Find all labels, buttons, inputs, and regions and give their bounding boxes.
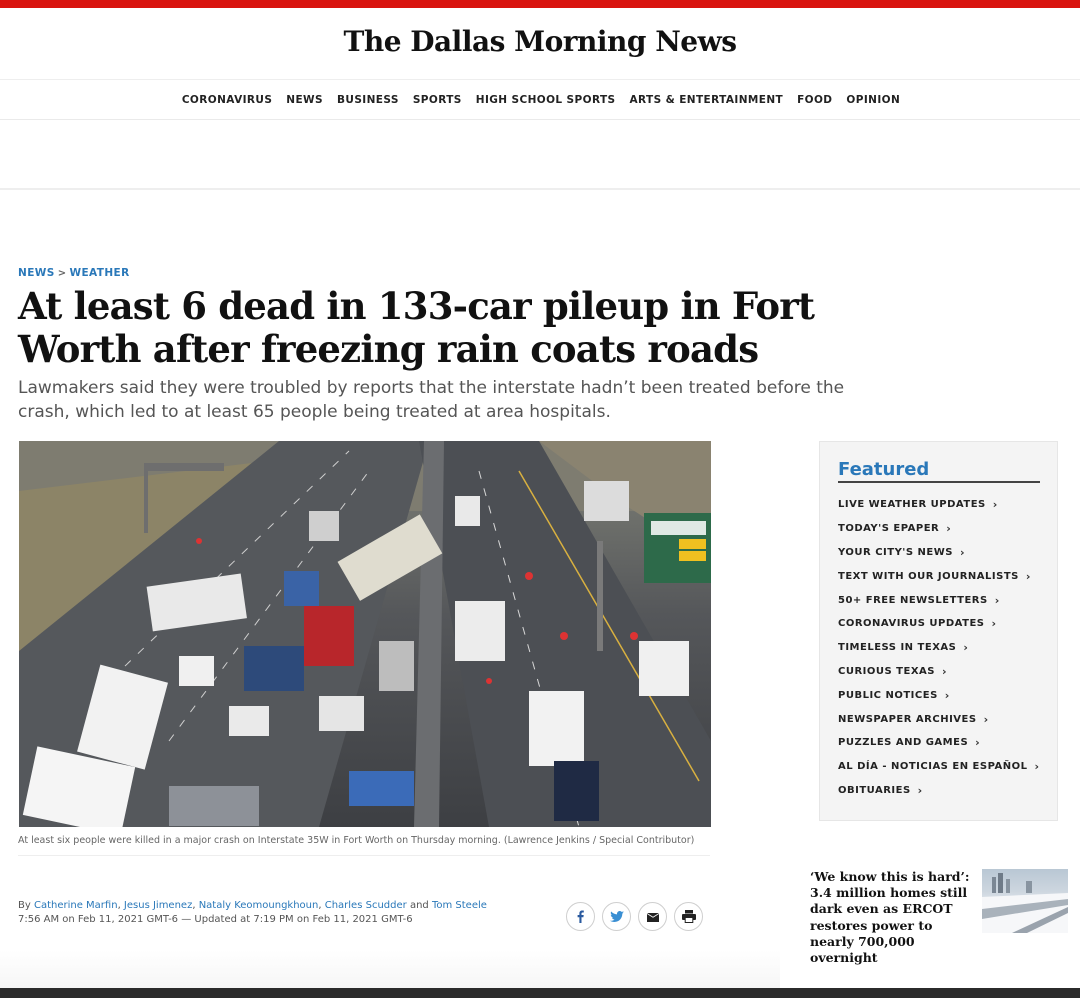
featured-item-label: AL DÍA - NOTICIAS EN ESPAÑOL <box>838 761 1028 773</box>
featured-item[interactable]: NEWSPAPER ARCHIVES › <box>838 707 1040 731</box>
chevron-right-icon: › <box>994 593 1000 607</box>
main-nav: CORONAVIRUS NEWS BUSINESS SPORTS HIGH SC… <box>0 80 1080 120</box>
featured-item-label: OBITUARIES <box>838 784 911 796</box>
featured-item[interactable]: PUZZLES AND GAMES › <box>838 731 1040 755</box>
facebook-icon <box>577 910 584 923</box>
photo-caption: At least six people were killed in a maj… <box>18 834 710 856</box>
featured-item-label: CURIOUS TEXAS <box>838 665 935 677</box>
featured-item[interactable]: LIVE WEATHER UPDATES › <box>838 493 1040 517</box>
chevron-right-icon: › <box>1034 760 1040 774</box>
lead-photo[interactable] <box>19 441 711 827</box>
share-email-button[interactable] <box>638 902 667 931</box>
featured-item-label: CORONAVIRUS UPDATES <box>838 618 985 630</box>
twitter-icon <box>609 910 624 922</box>
featured-item[interactable]: CORONAVIRUS UPDATES › <box>838 612 1040 636</box>
chevron-right-icon: › <box>975 736 981 750</box>
featured-item[interactable]: 50+ FREE NEWSLETTERS › <box>838 588 1040 612</box>
browser-bottom-bar <box>0 988 1080 998</box>
highway-pileup-illustration <box>19 441 711 827</box>
masthead: The Dallas Morning News <box>0 8 1080 80</box>
featured-item[interactable]: TIMELESS IN TEXAS › <box>838 636 1040 660</box>
ad-slot <box>0 120 1080 190</box>
featured-list: LIVE WEATHER UPDATES › TODAY'S EPAPER › YO… <box>838 493 1040 802</box>
featured-item-label: NEWSPAPER ARCHIVES <box>838 713 977 725</box>
nav-item-arts-entertainment[interactable]: ARTS & ENTERTAINMENT <box>629 94 783 106</box>
author-link[interactable]: Jesus Jimenez <box>124 900 192 911</box>
byline-prefix: By <box>18 900 31 911</box>
featured-item-label: LIVE WEATHER UPDATES <box>838 499 986 511</box>
snowy-highway-thumbnail <box>982 873 1068 933</box>
breadcrumb-news[interactable]: NEWS <box>18 267 55 279</box>
top-accent-bar <box>0 0 1080 8</box>
nav-item-opinion[interactable]: OPINION <box>846 94 900 106</box>
article-timestamp: 7:56 AM on Feb 11, 2021 GMT-6 — Updated … <box>18 914 413 925</box>
chevron-right-icon: › <box>960 545 966 559</box>
featured-item[interactable]: OBITUARIES › <box>838 779 1040 803</box>
featured-item[interactable]: YOUR CITY'S NEWS › <box>838 541 1040 565</box>
chevron-right-icon: › <box>1025 569 1031 583</box>
bottom-fade <box>0 950 780 988</box>
chevron-right-icon: › <box>946 522 952 536</box>
site-logo[interactable]: The Dallas Morning News <box>0 25 1080 58</box>
related-story-headline[interactable]: ‘We know this is hard’: 3.4 million home… <box>810 869 970 966</box>
featured-item[interactable]: CURIOUS TEXAS › <box>838 660 1040 684</box>
breadcrumb-separator: > <box>57 267 67 279</box>
chevron-right-icon: › <box>942 664 948 678</box>
featured-item[interactable]: AL DÍA - NOTICIAS EN ESPAÑOL › <box>838 755 1040 779</box>
byline-authors: By Catherine Marfin, Jesus Jimenez, Nata… <box>18 900 487 911</box>
print-icon <box>681 910 696 923</box>
article-dek: Lawmakers said they were troubled by rep… <box>18 378 845 422</box>
chevron-right-icon: › <box>991 617 997 631</box>
featured-item[interactable]: PUBLIC NOTICES › <box>838 683 1040 707</box>
author-link[interactable]: Catherine Marfin <box>34 900 118 911</box>
nav-item-food[interactable]: FOOD <box>797 94 832 106</box>
breadcrumb-weather[interactable]: WEATHER <box>70 267 130 279</box>
chevron-right-icon: › <box>963 641 969 655</box>
chevron-right-icon: › <box>983 712 989 726</box>
featured-item[interactable]: TEXT WITH OUR JOURNALISTS › <box>838 564 1040 588</box>
nav-item-high-school-sports[interactable]: HIGH SCHOOL SPORTS <box>476 94 616 106</box>
chevron-right-icon: › <box>992 498 998 512</box>
email-icon <box>646 912 659 922</box>
byline: By Catherine Marfin, Jesus Jimenez, Nata… <box>18 899 558 927</box>
featured-item[interactable]: TODAY'S EPAPER › <box>838 517 1040 541</box>
share-twitter-button[interactable] <box>602 902 631 931</box>
nav-item-business[interactable]: BUSINESS <box>337 94 399 106</box>
share-tools <box>566 902 703 931</box>
nav-item-coronavirus[interactable]: CORONAVIRUS <box>182 94 272 106</box>
related-story-thumbnail[interactable] <box>982 869 1068 933</box>
featured-item-label: TEXT WITH OUR JOURNALISTS <box>838 570 1019 582</box>
chevron-right-icon: › <box>944 688 950 702</box>
author-link[interactable]: Tom Steele <box>432 900 487 911</box>
chevron-right-icon: › <box>917 783 923 797</box>
featured-item-label: TIMELESS IN TEXAS <box>838 642 957 654</box>
print-button[interactable] <box>674 902 703 931</box>
author-link[interactable]: Nataly Keomoungkhoun <box>199 900 319 911</box>
author-link[interactable]: Charles Scudder <box>325 900 407 911</box>
featured-item-label: PUZZLES AND GAMES <box>838 737 969 749</box>
featured-item-label: TODAY'S EPAPER <box>838 523 940 535</box>
featured-panel: Featured LIVE WEATHER UPDATES › TODAY'S E… <box>819 441 1058 821</box>
article-headline: At least 6 dead in 133-car pileup in For… <box>18 284 815 371</box>
breadcrumb: NEWS > WEATHER <box>18 267 130 279</box>
nav-item-news[interactable]: NEWS <box>286 94 323 106</box>
byline-conjunction: and <box>409 900 429 911</box>
featured-item-label: 50+ FREE NEWSLETTERS <box>838 594 988 606</box>
featured-item-label: YOUR CITY'S NEWS <box>838 546 953 558</box>
nav-item-sports[interactable]: SPORTS <box>413 94 462 106</box>
featured-title: Featured <box>838 459 1040 483</box>
share-facebook-button[interactable] <box>566 902 595 931</box>
featured-item-label: PUBLIC NOTICES <box>838 689 938 701</box>
